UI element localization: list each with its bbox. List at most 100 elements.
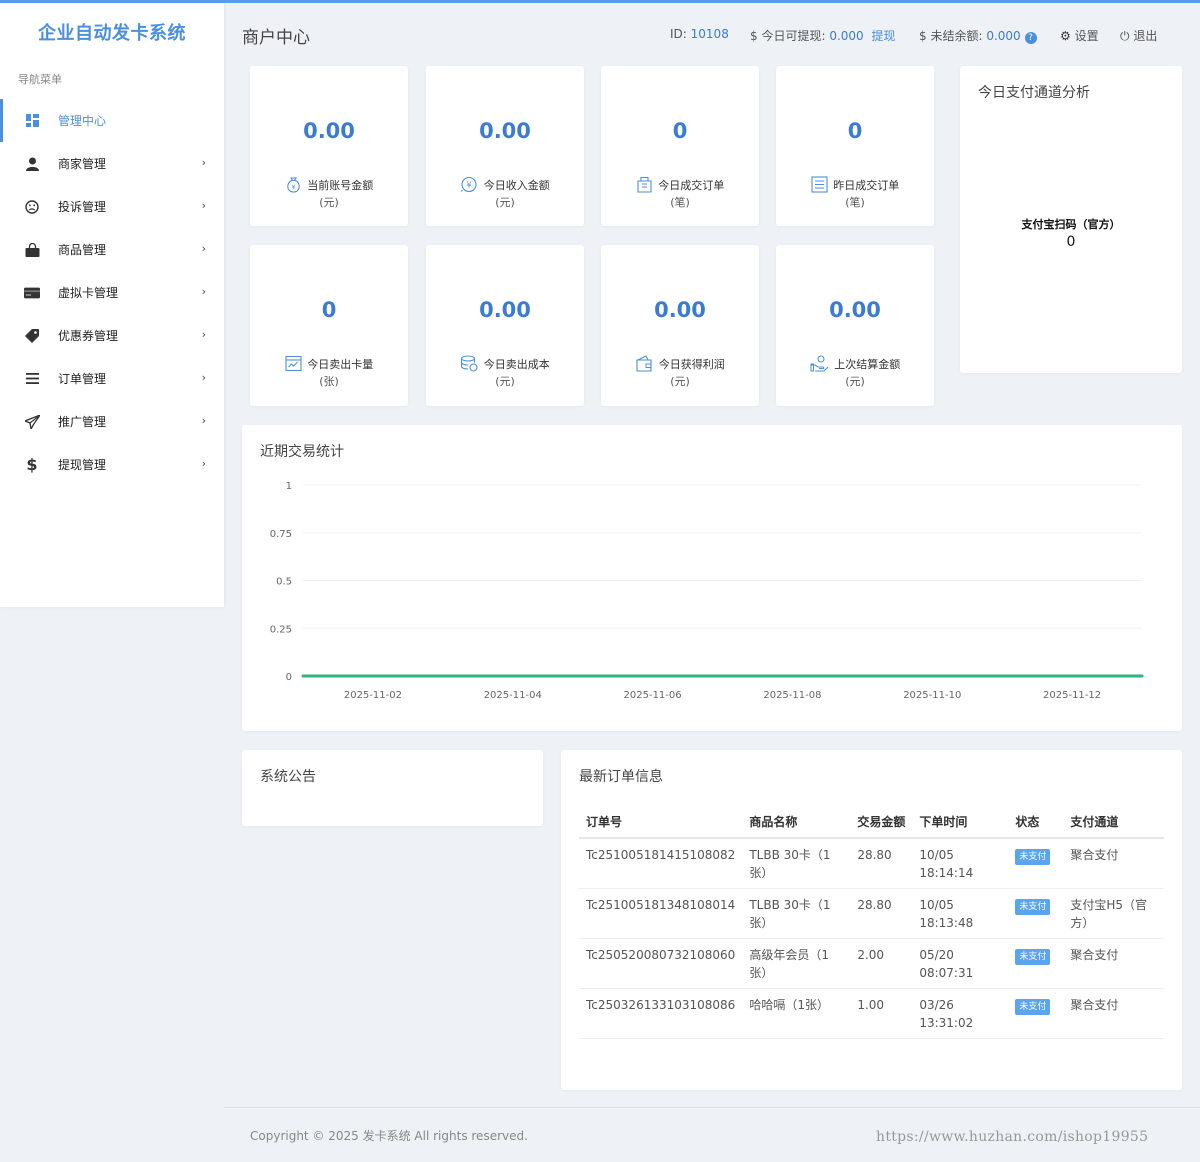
unsettled-balance: $ 未结余额: 0.000 ? [919, 27, 1037, 44]
brand-title[interactable]: 企业自动发卡系统 [0, 3, 224, 63]
sidebar-item-complaints[interactable]: 投诉管理 › [0, 185, 224, 228]
stat-card-today-orders: 0 今日成交订单 (笔) [601, 66, 759, 226]
column-header[interactable]: 订单号 [579, 808, 743, 839]
stat-unit: (元) [845, 375, 865, 388]
amount: 2.00 [850, 938, 913, 989]
sidebar-item-orders[interactable]: 订单管理 › [0, 357, 224, 400]
tag-icon [24, 328, 40, 344]
chevron-right-icon: › [201, 371, 206, 384]
chevron-right-icon: › [201, 285, 206, 298]
copyright: Copyright © 2025 发卡系统 All rights reserve… [250, 1129, 528, 1143]
amount: 28.80 [850, 888, 913, 939]
transaction-line-chart: 0 0.25 0.5 0.75 1 2025-11-02 2025-11-04 2025-11… [270, 481, 1144, 701]
table-row[interactable]: Tc251005181348108014 TLBB 30卡（1张） 28.80 … [579, 888, 1164, 939]
sidebar-item-label: 优惠券管理 [58, 329, 119, 343]
product-name: TLBB 30卡（1张） [742, 888, 851, 939]
stat-card-yesterday-orders: 0 昨日成交订单 (笔) [776, 66, 934, 226]
stat-value: 0.00 [829, 298, 881, 322]
power-icon: ⏻ [1120, 29, 1130, 43]
unsettled-value: 0.000 [986, 29, 1021, 43]
y-tick-label: 0.75 [270, 529, 292, 540]
sidebar-item-virtual-cards[interactable]: 虚拟卡管理 › [0, 271, 224, 314]
order-time: 10/05 18:14:14 [912, 838, 1009, 889]
y-tick-label: 0.25 [270, 624, 292, 635]
settings-button[interactable]: ⚙ 设置 [1060, 27, 1099, 44]
stat-card-last-settlement: 0.00 上次结算金额 (元) [776, 245, 934, 406]
gear-icon: ⚙ [1060, 29, 1071, 43]
status-badge: 未支付 [1015, 849, 1051, 865]
stat-label: 上次结算金额 [834, 358, 901, 371]
withdrawable-today: $ 今日可提现: 0.000 提现 [750, 29, 896, 43]
stat-value: 0.00 [303, 119, 355, 143]
merchant-id: ID: 10108 [670, 27, 729, 41]
stat-label: 今日卖出成本 [483, 358, 550, 371]
order-no: Tc251005181348108014 [579, 888, 743, 939]
column-header[interactable]: 支付通道 [1063, 808, 1164, 839]
channel-name: 支付宝扫码（官方） [1021, 218, 1121, 231]
table-row[interactable]: Tc250520080732108060 高级年会员（1张） 2.00 05/2… [579, 938, 1164, 989]
chevron-right-icon: › [201, 242, 206, 255]
column-header[interactable]: 下单时间 [912, 808, 1009, 839]
product-name: 哈哈嗝（1张） [742, 988, 851, 1039]
sidebar-item-dashboard[interactable]: 管理中心 [0, 99, 224, 142]
merchant-id-value: 10108 [690, 27, 729, 41]
hand-coin-icon [810, 355, 829, 372]
help-icon[interactable]: ? [1024, 32, 1037, 44]
frown-icon [24, 199, 40, 215]
list-doc-icon [811, 176, 828, 193]
sidebar-item-coupons[interactable]: 优惠券管理 › [0, 314, 224, 357]
stat-label: 昨日成交订单 [833, 179, 900, 192]
amount: 1.00 [850, 988, 913, 1039]
list-icon [24, 371, 40, 387]
stat-unit: (笔) [845, 196, 865, 209]
table-row[interactable]: Tc250326133103108086 哈哈嗝（1张） 1.00 03/26 … [579, 988, 1164, 1039]
table-header-row: 订单号 商品名称 交易金额 下单时间 状态 支付通道 [579, 808, 1164, 839]
x-tick-label: 2025-11-02 [344, 690, 402, 701]
coin-stack-icon [461, 355, 478, 372]
stat-value: 0.00 [479, 298, 531, 322]
stat-value: 0 [321, 298, 337, 322]
recent-transactions-panel: 近期交易统计 0 0.25 0.5 0.75 1 2025-11-02 2025-11-04… [242, 425, 1182, 731]
pay-channel: 聚合支付 [1063, 838, 1164, 889]
product-name: TLBB 30卡（1张） [742, 838, 851, 889]
order-bag-icon [637, 176, 652, 193]
order-time: 05/20 08:07:31 [912, 938, 1009, 989]
product-name: 高级年会员（1张） [742, 938, 851, 989]
sidebar-item-products[interactable]: 商品管理 › [0, 228, 224, 271]
stat-label: 今日成交订单 [658, 179, 725, 192]
y-tick-label: 0.5 [276, 577, 292, 588]
latest-orders-panel: 最新订单信息 订单号 商品名称 交易金额 下单时间 状态 支付通道 Tc2510… [561, 750, 1182, 1090]
pay-channel-title: 今日支付通道分析 [978, 85, 1090, 101]
sidebar-item-merchants[interactable]: 商家管理 › [0, 142, 224, 185]
logout-button[interactable]: ⏻ 退出 [1120, 27, 1157, 44]
order-no: Tc250326133103108086 [579, 988, 743, 1039]
column-header[interactable]: 商品名称 [742, 808, 851, 839]
stat-card-profit: 0.00 今日获得利润 (元) [601, 245, 759, 406]
y-tick-label: 1 [286, 481, 292, 492]
sidebar-item-promotion[interactable]: 推广管理 › [0, 400, 224, 443]
notice-title: 系统公告 [260, 769, 316, 785]
pay-channel-panel: 今日支付通道分析 支付宝扫码（官方） 0 [960, 66, 1182, 373]
status-badge: 未支付 [1015, 949, 1051, 965]
stat-unit: (元) [670, 375, 690, 388]
sidebar-item-withdrawals[interactable]: $ 提现管理 › [0, 443, 224, 486]
stat-card-account-balance: 0.00 ¥ 当前账号金额 (元) [250, 66, 408, 226]
nav-heading: 导航菜单 [18, 73, 62, 86]
column-header[interactable]: 交易金额 [850, 808, 913, 839]
pay-channel: 支付宝H5（官方） [1063, 888, 1164, 939]
withdraw-link[interactable]: 提现 [872, 29, 896, 43]
money-bag-icon: ¥ [287, 177, 300, 193]
yen-coin-icon: ¥ [460, 176, 477, 193]
system-notice-panel: 系统公告 [242, 750, 543, 826]
table-row[interactable]: Tc251005181415108082 TLBB 30卡（1张） 28.80 … [579, 838, 1164, 889]
orders-table: 订单号 商品名称 交易金额 下单时间 状态 支付通道 Tc25100518141… [579, 808, 1164, 1039]
chevron-right-icon: › [201, 457, 206, 470]
column-header[interactable]: 状态 [1008, 808, 1064, 839]
stat-unit: (元) [495, 196, 515, 209]
x-tick-label: 2025-11-08 [763, 690, 821, 701]
dollar-icon: $ [26, 455, 38, 474]
top-header: 商户中心 ID: 10108 $ 今日可提现: 0.000 提现 $ 未结余额:… [224, 3, 1200, 63]
sidebar: 企业自动发卡系统 导航菜单 管理中心 商家管理 › 投诉管理 › 商品管理 › … [0, 3, 224, 607]
chevron-right-icon: › [201, 156, 206, 169]
stat-unit: (笔) [670, 196, 690, 209]
